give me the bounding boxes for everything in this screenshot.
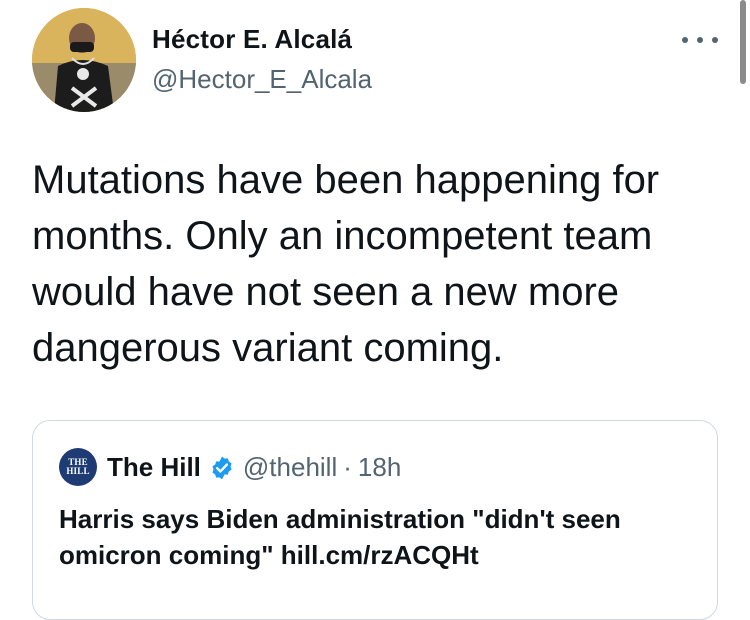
quoted-author-handle[interactable]: @thehill [243, 452, 337, 483]
author-handle[interactable]: @Hector_E_Alcala [152, 64, 372, 95]
author-name[interactable]: Héctor E. Alcalá [152, 24, 352, 55]
scrollbar[interactable] [740, 0, 746, 84]
more-dot [712, 37, 718, 43]
more-horizontal-icon[interactable] [680, 28, 720, 52]
quoted-tweet-text: Harris says Biden administration "didn't… [59, 504, 621, 570]
author-avatar[interactable] [32, 8, 136, 112]
quoted-tweet-card[interactable]: THE HILL The Hill @thehill · 18h Harris … [32, 420, 718, 620]
quoted-timestamp[interactable]: 18h [358, 452, 401, 483]
verified-badge-icon [209, 455, 235, 481]
more-dot [697, 37, 703, 43]
tweet-text: Mutations have been happening for months… [32, 158, 660, 370]
quoted-author-name[interactable]: The Hill [107, 452, 201, 483]
separator-dot: · [343, 452, 352, 482]
quoted-tweet-header: The Hill @thehill · 18h [107, 452, 401, 483]
logo-text: THE HILL [66, 457, 90, 476]
the-hill-logo[interactable]: THE HILL [59, 448, 97, 486]
more-dot [682, 37, 688, 43]
